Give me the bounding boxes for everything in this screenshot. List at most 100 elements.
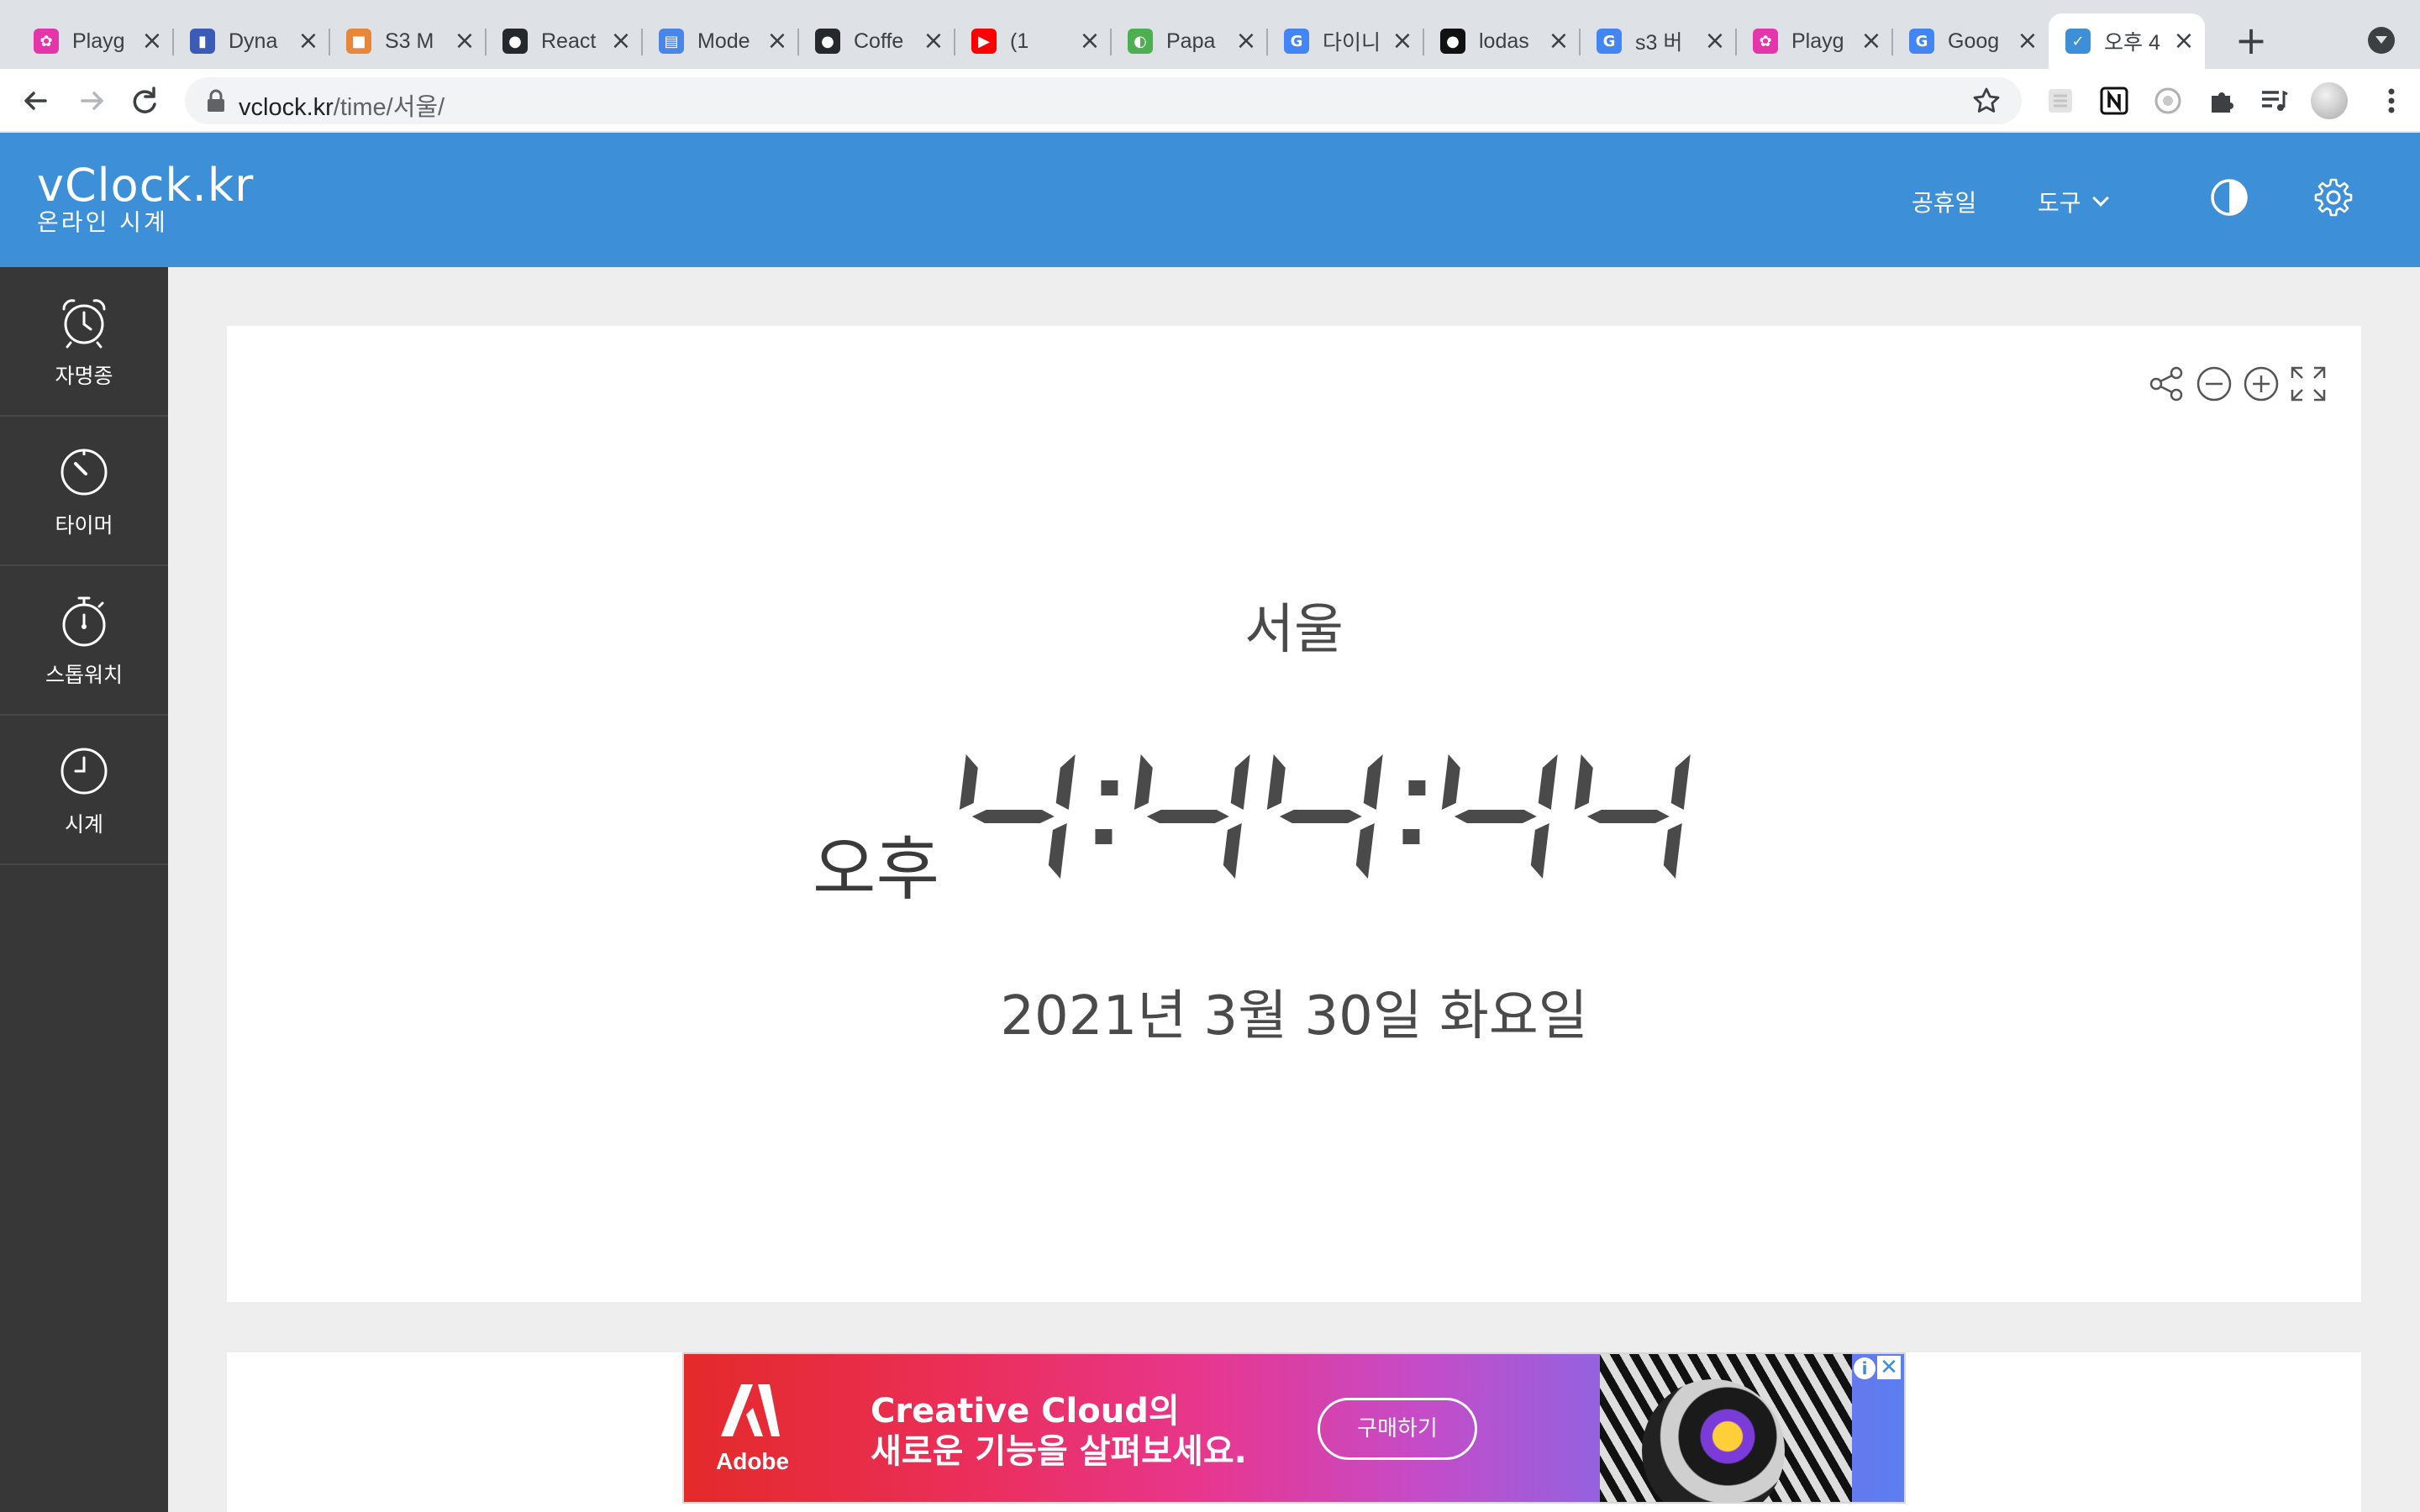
tab-close-icon[interactable]: × bbox=[1077, 29, 1102, 54]
theme-toggle-icon[interactable] bbox=[2208, 176, 2250, 218]
tab-separator bbox=[485, 29, 487, 55]
browser-tab[interactable]: ✿ Playg × bbox=[17, 13, 173, 69]
tab-title: React bbox=[541, 29, 597, 53]
sidebar-item-alarm[interactable]: 자명종 bbox=[0, 267, 168, 417]
time-segment bbox=[1048, 823, 1067, 879]
nav-holidays-link[interactable]: 공휴일 bbox=[1912, 185, 1976, 218]
media-control-icon[interactable] bbox=[2257, 84, 2291, 118]
time-segment bbox=[1670, 754, 1691, 810]
ad-close-icon[interactable]: ✕ bbox=[1877, 1356, 1901, 1379]
settings-gear-icon[interactable] bbox=[2312, 176, 2354, 218]
sidebar-item-label: 타이머 bbox=[55, 513, 113, 538]
tab-title: Mode bbox=[697, 29, 750, 53]
time-digit bbox=[1134, 754, 1250, 879]
zoom-out-icon[interactable] bbox=[2195, 365, 2233, 403]
browser-tab[interactable]: ▶ (1 × bbox=[955, 13, 1111, 69]
tab-search-icon[interactable] bbox=[2368, 27, 2395, 54]
sidebar-item-timer[interactable]: 타이머 bbox=[0, 417, 168, 566]
url-text: vclock.kr/time/서울/ bbox=[239, 94, 445, 121]
browser-tab[interactable]: G Goog × bbox=[1892, 13, 2049, 69]
tab-separator bbox=[1423, 29, 1424, 55]
tab-close-icon[interactable]: × bbox=[1390, 29, 1415, 54]
ad-buy-button[interactable]: 구매하기 bbox=[1318, 1398, 1477, 1460]
browser-tab[interactable]: ● Coffe × bbox=[798, 13, 955, 69]
time-segment bbox=[1574, 754, 1593, 810]
sidebar-item-clock[interactable]: 시계 bbox=[0, 716, 168, 865]
digital-time-display bbox=[959, 754, 1691, 879]
browser-tab-strip: + ✿ Playg × ▮ Dyna × ■ S3 M × ● React × ▤ Mode × ● Coffe… bbox=[0, 0, 2420, 69]
share-icon[interactable] bbox=[2148, 365, 2186, 403]
address-bar[interactable]: vclock.kr/time/서울/ bbox=[185, 77, 2022, 124]
site-logo[interactable]: vClock.kr 온라인 시계 bbox=[37, 163, 254, 237]
forward-icon[interactable] bbox=[74, 82, 111, 119]
new-tab-button[interactable]: + bbox=[2232, 21, 2270, 62]
time-segment bbox=[1223, 823, 1242, 879]
tab-separator bbox=[1735, 29, 1737, 55]
profile-avatar[interactable] bbox=[2311, 82, 2348, 119]
browser-tab[interactable]: ◐ Papa × bbox=[1111, 13, 1267, 69]
fullscreen-icon[interactable] bbox=[2289, 365, 2328, 403]
stopwatch-icon bbox=[62, 596, 106, 647]
tab-close-icon[interactable]: × bbox=[139, 29, 165, 54]
time-segment bbox=[1355, 823, 1375, 879]
browser-tab[interactable]: ● lodas × bbox=[1423, 13, 1580, 69]
browser-menu-icon[interactable] bbox=[2375, 84, 2408, 118]
tab-favicon-icon: ▤ bbox=[659, 29, 684, 54]
tab-close-icon[interactable]: × bbox=[1546, 29, 1571, 54]
tab-title: Goog bbox=[1948, 29, 2000, 53]
browser-tab[interactable]: ✓ 오후 4 × bbox=[2049, 13, 2205, 69]
sidebar: 자명종 타이머 스톱워치 시계 bbox=[0, 267, 168, 1512]
tab-close-icon[interactable]: × bbox=[296, 29, 321, 54]
time-segment bbox=[1586, 810, 1670, 823]
tab-separator bbox=[1110, 29, 1112, 55]
adobe-brand-text: Adobe bbox=[716, 1448, 790, 1474]
extensions-puzzle-icon[interactable] bbox=[2205, 84, 2238, 118]
tab-separator bbox=[329, 29, 330, 55]
bookmark-star-icon[interactable] bbox=[1971, 86, 2002, 116]
tab-close-icon[interactable]: × bbox=[1859, 29, 1884, 54]
tab-close-icon[interactable]: × bbox=[921, 29, 946, 54]
tab-favicon-icon: G bbox=[1597, 29, 1622, 54]
time-segment bbox=[1279, 810, 1362, 823]
tab-favicon-icon: ✓ bbox=[2065, 29, 2091, 54]
lock-icon[interactable] bbox=[205, 89, 227, 113]
timer-icon bbox=[60, 449, 108, 496]
tab-title: 오후 4 bbox=[2104, 31, 2160, 55]
browser-tab[interactable]: ▤ Mode × bbox=[642, 13, 798, 69]
tab-title: Papa bbox=[1166, 29, 1216, 53]
tab-close-icon[interactable]: × bbox=[2171, 29, 2196, 54]
browser-tab[interactable]: Gs3 버 × bbox=[1580, 13, 1736, 69]
ad-headline-line1: Creative Cloud의 bbox=[871, 1392, 1180, 1431]
screen-recorder-extension-icon[interactable] bbox=[2151, 84, 2185, 118]
nav-tools-label: 도구 bbox=[2038, 189, 2081, 217]
tab-close-icon[interactable]: × bbox=[452, 29, 477, 54]
tab-close-icon[interactable]: × bbox=[1234, 29, 1259, 54]
tab-separator bbox=[1579, 29, 1581, 55]
browser-tab[interactable]: ✿ Playg × bbox=[1736, 13, 1892, 69]
tab-close-icon[interactable]: × bbox=[765, 29, 790, 54]
browser-tab[interactable]: ■ S3 M × bbox=[329, 13, 486, 69]
browser-tab[interactable]: G 다이니 × bbox=[1267, 13, 1423, 69]
ad-headline: Creative Cloud의 새로운 기능을 살펴보세요. bbox=[871, 1391, 1247, 1472]
notion-extension-icon[interactable] bbox=[2097, 84, 2131, 118]
tab-favicon-icon: ▮ bbox=[190, 29, 215, 54]
time-segment bbox=[1454, 810, 1537, 823]
sidebar-item-label: 스톱워치 bbox=[45, 663, 123, 687]
sidebar-item-stopwatch[interactable]: 스톱워치 bbox=[0, 566, 168, 716]
browser-tab[interactable]: ● React × bbox=[486, 13, 642, 69]
nav-tools-dropdown[interactable]: 도구 bbox=[2038, 185, 2109, 218]
adobe-ad-banner[interactable]: Adobe Creative Cloud의 새로운 기능을 살펴보세요. 구매하… bbox=[682, 1352, 1906, 1504]
extension-grid-icon[interactable] bbox=[2044, 84, 2077, 118]
browser-tab[interactable]: ▮ Dyna × bbox=[173, 13, 329, 69]
tab-separator bbox=[797, 29, 799, 55]
zoom-in-icon[interactable] bbox=[2242, 365, 2281, 403]
time-colon-dot bbox=[1095, 829, 1113, 844]
reload-icon[interactable] bbox=[126, 82, 163, 119]
back-icon[interactable] bbox=[17, 82, 54, 119]
date-label: 2021년 3월 30일 화요일 bbox=[1000, 985, 1588, 1047]
tab-close-icon[interactable]: × bbox=[2015, 29, 2040, 54]
tab-close-icon[interactable]: × bbox=[1702, 29, 1728, 54]
sidebar-item-label: 시계 bbox=[64, 812, 103, 837]
ad-info-icon[interactable]: i bbox=[1854, 1357, 1876, 1379]
tab-close-icon[interactable]: × bbox=[608, 29, 634, 54]
